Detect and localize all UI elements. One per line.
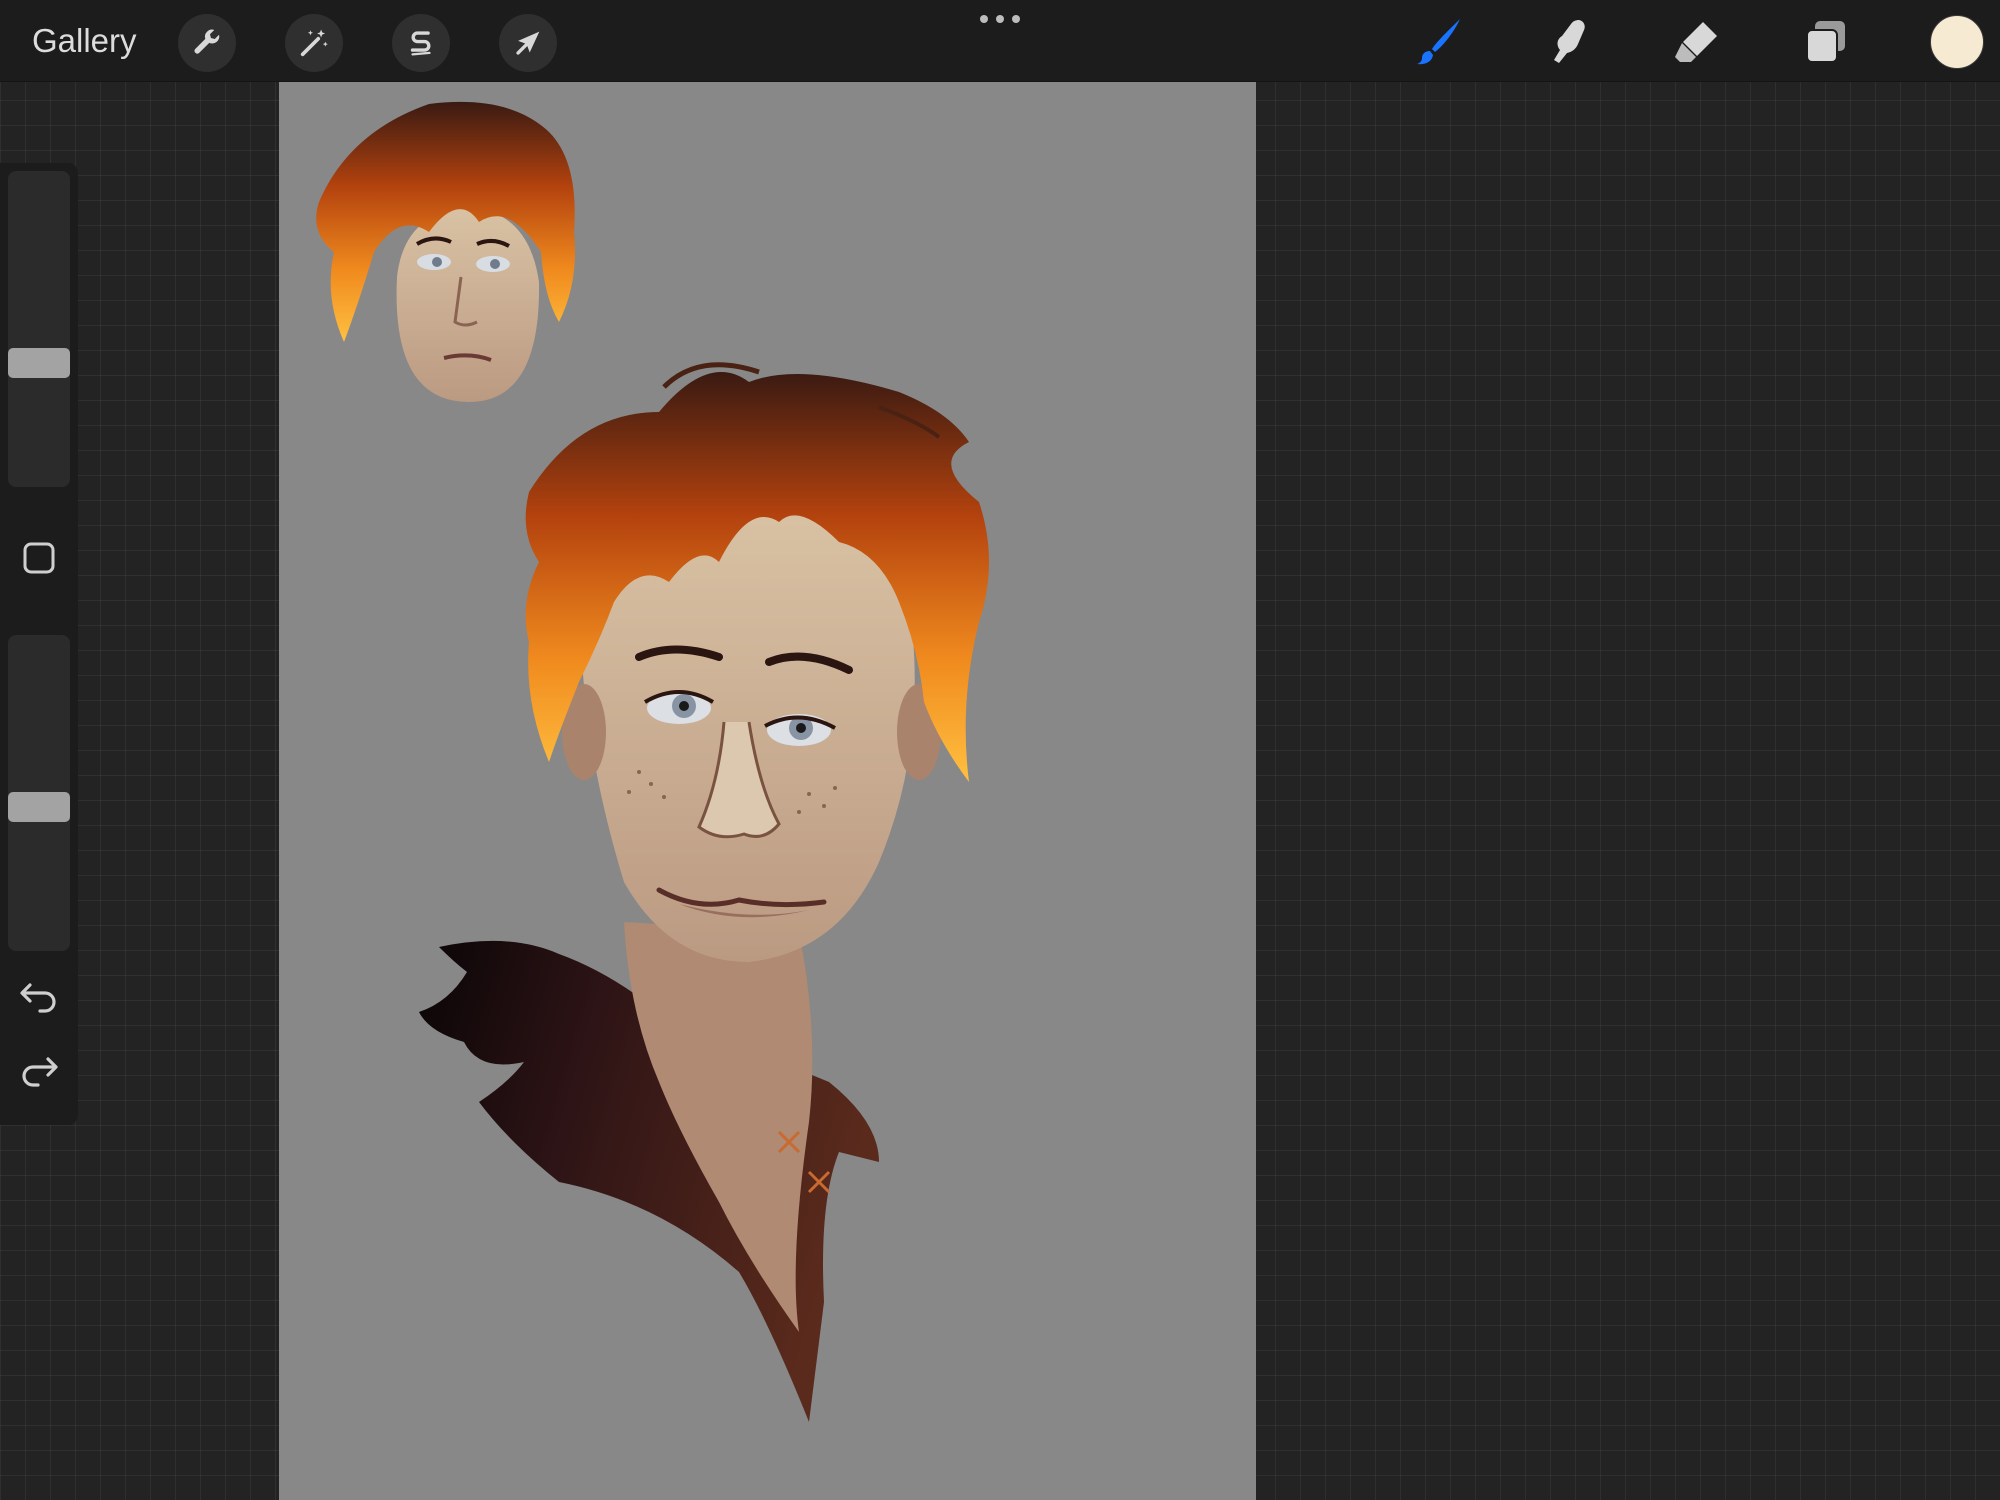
magic-wand-icon xyxy=(300,29,328,57)
wrench-icon xyxy=(194,29,220,54)
color-picker-button[interactable] xyxy=(1930,15,1984,69)
layers-icon xyxy=(1806,21,1845,63)
ellipsis-icon[interactable] xyxy=(976,10,1024,28)
small-head-sketch xyxy=(316,101,575,402)
transform-button[interactable] xyxy=(499,14,557,72)
arrow-cursor-icon xyxy=(516,31,540,55)
brush-opacity-thumb[interactable] xyxy=(8,792,70,822)
selection-button[interactable] xyxy=(392,14,450,72)
selection-s-icon xyxy=(410,31,431,56)
eraser-icon xyxy=(1675,22,1717,62)
top-toolbar: Gallery xyxy=(0,0,2000,82)
drawing-canvas[interactable] xyxy=(279,82,1256,1500)
smudge-tool-button[interactable] xyxy=(1535,14,1595,70)
brush-icon xyxy=(1417,19,1460,65)
brush-size-slider[interactable] xyxy=(8,171,70,487)
square-icon[interactable] xyxy=(22,541,56,575)
erase-tool-button[interactable] xyxy=(1666,14,1726,70)
actions-button[interactable] xyxy=(178,14,236,72)
brush-opacity-slider[interactable] xyxy=(8,635,70,951)
painted-portrait xyxy=(316,101,989,1422)
smudge-finger-icon xyxy=(1554,20,1585,63)
left-sidebar xyxy=(0,163,78,1125)
adjustments-button[interactable] xyxy=(285,14,343,72)
layers-button[interactable] xyxy=(1796,14,1856,70)
paint-tool-button[interactable] xyxy=(1408,14,1468,70)
undo-icon[interactable] xyxy=(18,977,60,1013)
gallery-button[interactable]: Gallery xyxy=(32,20,137,62)
redo-icon[interactable] xyxy=(18,1055,60,1091)
brush-size-thumb[interactable] xyxy=(8,348,70,378)
